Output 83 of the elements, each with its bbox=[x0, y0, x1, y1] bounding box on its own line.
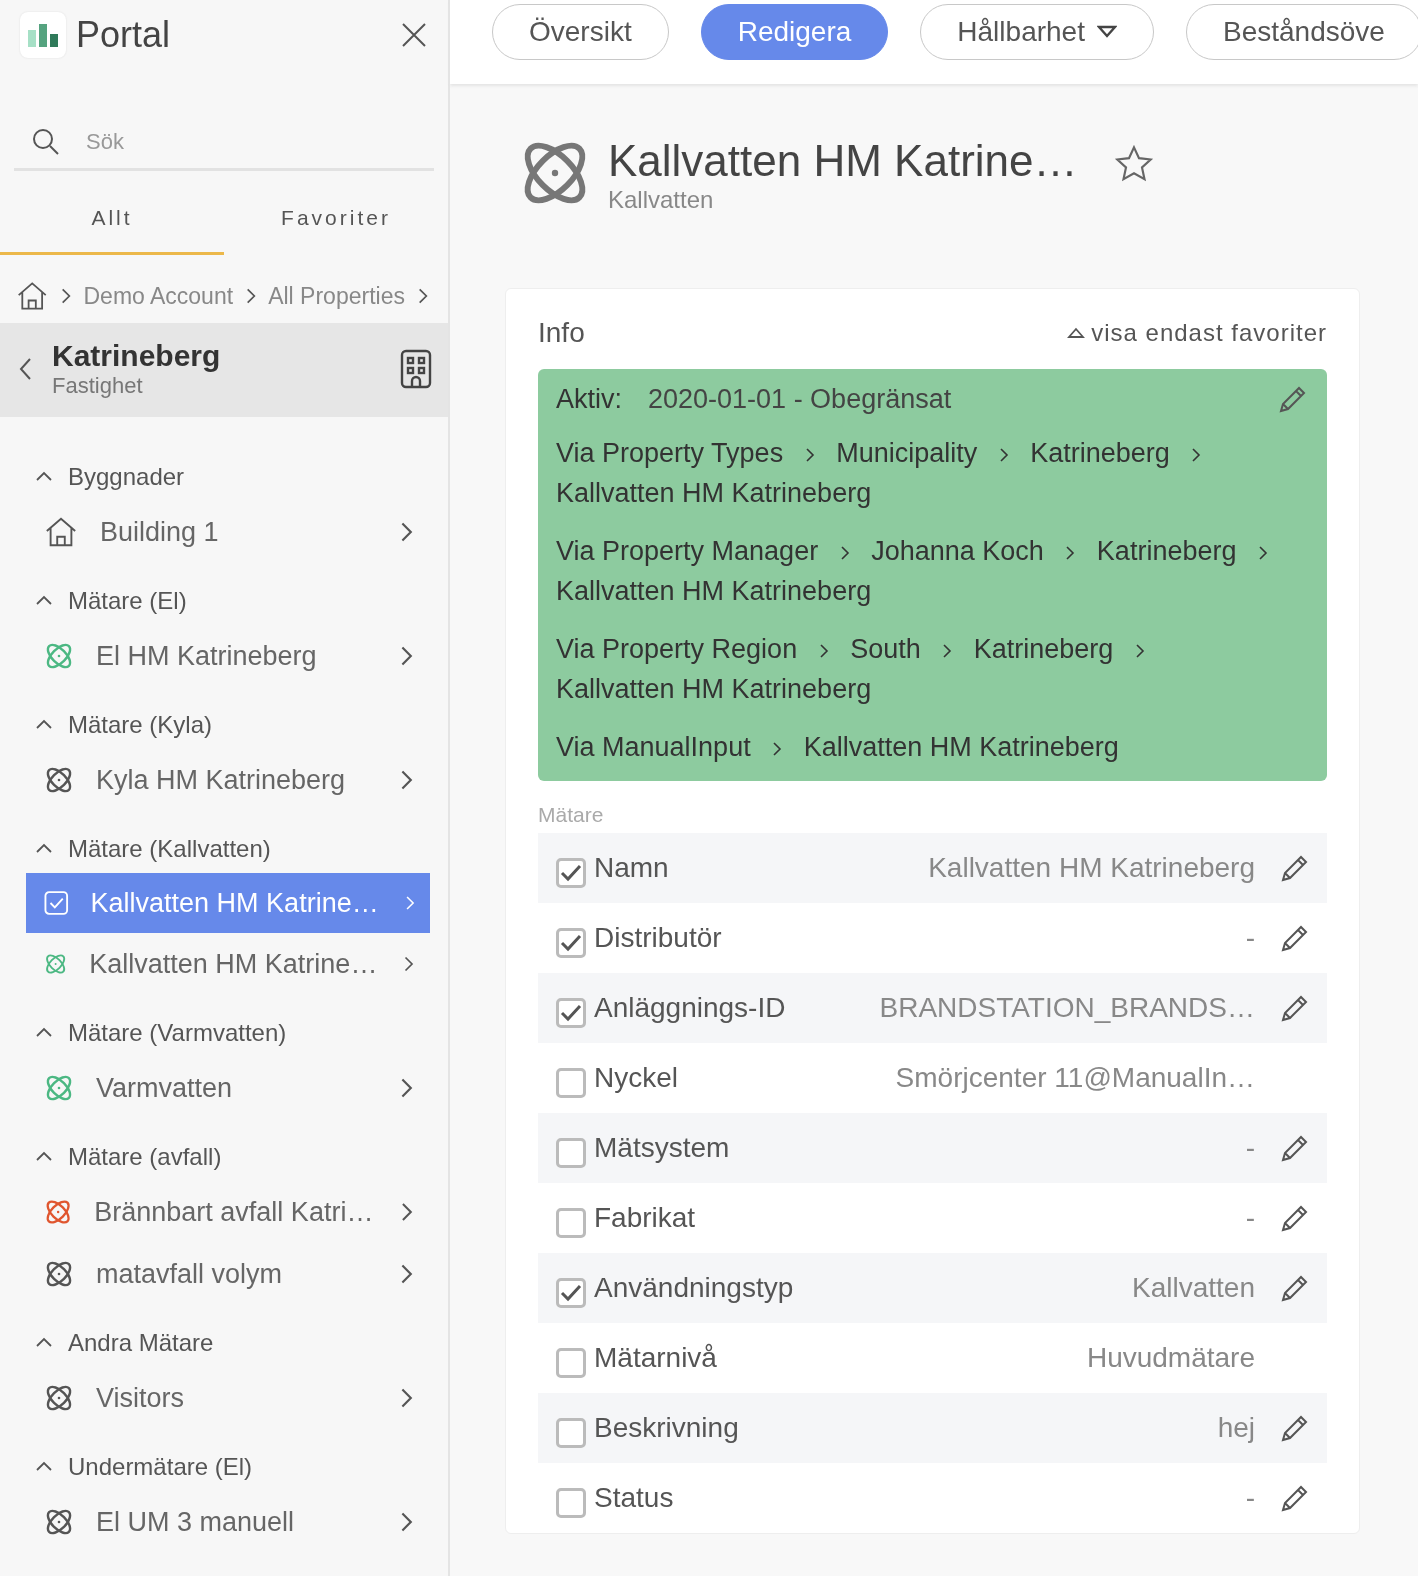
relation-path: Via Property Region South Katrineberg Kallvatten HM Katrineberg bbox=[556, 629, 1309, 709]
field-label: Anläggnings-ID bbox=[594, 992, 787, 1024]
bar-chart-icon bbox=[27, 22, 59, 48]
checkbox[interactable] bbox=[556, 1068, 586, 1098]
relation-path: Via ManualInput Kallvatten HM Katrineberg bbox=[556, 731, 1120, 764]
app-title: Portal bbox=[76, 14, 172, 56]
sidebar-item[interactable]: Kallvatten HM Katrine… bbox=[26, 933, 430, 995]
card-title: Info bbox=[538, 317, 585, 349]
field-value: Kallvatten HM Katrineberg bbox=[928, 852, 1255, 884]
section-header[interactable]: Mätare (Kyla) bbox=[26, 705, 213, 749]
close-button[interactable] bbox=[400, 21, 428, 49]
checkbox[interactable] bbox=[556, 928, 586, 958]
field-label: Mätarnivå bbox=[594, 1342, 718, 1374]
checkbox[interactable] bbox=[556, 1348, 586, 1378]
checkbox[interactable] bbox=[556, 1138, 586, 1168]
field-value: Kallvatten bbox=[1132, 1272, 1255, 1304]
section-header[interactable]: Mätare (Kallvatten) bbox=[26, 829, 271, 873]
section-header[interactable]: Andra Mätare bbox=[26, 1323, 214, 1367]
field-label: Namn bbox=[594, 852, 670, 884]
caret-down-icon bbox=[1096, 25, 1117, 39]
sidebar-item[interactable]: Kyla HM Katrineberg bbox=[26, 749, 430, 811]
checkmark-icon bbox=[560, 1003, 582, 1023]
section-header[interactable]: Mätare (avfall) bbox=[26, 1137, 222, 1181]
property-name: Katrineberg bbox=[52, 339, 222, 373]
field-label: Nyckel bbox=[594, 1062, 679, 1094]
section-header[interactable]: Mätare (El) bbox=[26, 581, 187, 625]
field-value: - bbox=[1245, 1202, 1255, 1234]
group-label: Mätare bbox=[538, 802, 605, 828]
field-label: Beskrivning bbox=[594, 1412, 740, 1444]
sidebar-item[interactable]: El UM 3 manuell bbox=[26, 1491, 430, 1553]
field-label: Status bbox=[594, 1482, 675, 1514]
section-header[interactable]: Mätare (Varmvatten) bbox=[26, 1013, 287, 1057]
sidebar-item[interactable]: matavfall volym bbox=[26, 1243, 430, 1305]
triangle-up-icon bbox=[1067, 327, 1086, 339]
nav-tab[interactable]: Hållbarhet bbox=[920, 4, 1154, 60]
nav-tab[interactable]: Översikt bbox=[492, 4, 669, 60]
sidebar-item[interactable]: Varmvatten bbox=[26, 1057, 430, 1119]
section-header[interactable]: Undermätare (El) bbox=[26, 1447, 253, 1491]
sidebar-item[interactable]: Building 1 bbox=[26, 501, 430, 563]
house-icon bbox=[44, 515, 78, 549]
page-title: Kallvatten HM Katrine… bbox=[608, 136, 1078, 186]
field-value: Huvudmätare bbox=[1086, 1342, 1255, 1374]
checkbox[interactable] bbox=[556, 858, 586, 888]
sidebar-item[interactable]: Visitors bbox=[26, 1367, 430, 1429]
building-icon bbox=[400, 349, 432, 389]
search-field[interactable]: Sök bbox=[14, 128, 434, 171]
field-label: Distributör bbox=[594, 922, 723, 954]
field-label: Mätsystem bbox=[594, 1132, 731, 1164]
checkmark-icon bbox=[560, 933, 582, 953]
star-icon bbox=[1113, 144, 1154, 184]
relation-path: Via Property Manager Johanna Koch Katrineberg Kallvatten HM Katrineberg bbox=[556, 531, 1309, 611]
checkbox[interactable] bbox=[556, 1418, 586, 1448]
checkmark-icon bbox=[560, 863, 582, 883]
checkmark-icon bbox=[560, 1283, 582, 1303]
active-label: Aktiv: bbox=[556, 383, 622, 415]
field-value: Smörjcenter 11@ManualIn… bbox=[895, 1062, 1255, 1094]
field-value: - bbox=[1245, 922, 1255, 954]
checkbox[interactable] bbox=[556, 998, 586, 1028]
checkbox[interactable] bbox=[556, 1208, 586, 1238]
field-value: - bbox=[1245, 1132, 1255, 1164]
sidebar-item[interactable]: El HM Katrineberg bbox=[26, 625, 430, 687]
field-value: - bbox=[1245, 1482, 1255, 1514]
search-input[interactable]: Sök bbox=[84, 128, 388, 156]
close-icon bbox=[400, 21, 428, 49]
nav-tab[interactable]: Beståndsöve bbox=[1185, 4, 1418, 60]
sidebar-item[interactable]: Brännbart avfall Katri… bbox=[26, 1181, 430, 1243]
property-type: Fastighet bbox=[52, 373, 144, 399]
house-icon bbox=[16, 279, 49, 313]
page-subtitle: Kallvatten bbox=[608, 186, 715, 214]
field-label: Användningstyp bbox=[594, 1272, 795, 1304]
relation-path: Via Property Types Municipality Katrineberg Kallvatten HM Katrineberg bbox=[556, 433, 1309, 513]
field-value: BRANDSTATION_BRANDS… bbox=[879, 992, 1255, 1024]
favorites-toggle[interactable]: visa endast favoriter bbox=[1067, 319, 1327, 347]
favorite-star-button[interactable] bbox=[1113, 144, 1154, 184]
checkbox[interactable] bbox=[556, 1488, 586, 1518]
sidebar-tab[interactable]: Favoriter bbox=[224, 183, 448, 255]
search-icon bbox=[32, 128, 60, 156]
active-value: 2020-01-01 - Obegränsat bbox=[648, 383, 953, 415]
field-value: hej bbox=[1217, 1412, 1255, 1444]
sidebar-tab[interactable]: Allt bbox=[0, 183, 224, 255]
checkbox[interactable] bbox=[556, 1278, 586, 1308]
field-label: Fabrikat bbox=[594, 1202, 697, 1234]
section-header[interactable]: Byggnader bbox=[26, 457, 185, 501]
